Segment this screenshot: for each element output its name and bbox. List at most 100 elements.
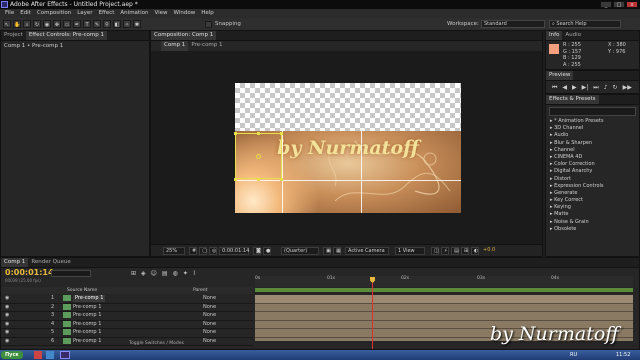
rectangle-tool-icon[interactable]: ▭ <box>63 20 71 28</box>
tab-preview[interactable]: Preview <box>546 71 574 80</box>
eraser-tool-icon[interactable]: ◧ <box>113 20 121 28</box>
workspace-select[interactable]: Standard <box>481 20 545 28</box>
rotate-tool-icon[interactable]: ↻ <box>33 20 41 28</box>
subtab-precomp1[interactable]: Pre-comp 1 <box>188 41 225 51</box>
timeline-timecode[interactable]: 0:00:01:14 <box>5 268 54 277</box>
menu-animation[interactable]: Animation <box>117 9 151 18</box>
graph-editor-icon[interactable]: ⌇ <box>193 270 196 277</box>
timeline-search-input[interactable] <box>51 270 91 277</box>
transform-handle[interactable] <box>280 178 283 181</box>
tab-composition[interactable]: Composition: Comp 1 <box>151 31 217 40</box>
column-source-name[interactable]: Source Name <box>67 287 97 294</box>
menu-help[interactable]: Help <box>198 9 217 18</box>
layer-parent-select[interactable]: None <box>203 338 216 345</box>
transform-handle[interactable] <box>280 132 283 135</box>
region-of-interest-icon[interactable]: ▣ <box>323 247 331 255</box>
tab-project[interactable]: Project <box>1 31 26 40</box>
hand-tool-icon[interactable]: ✋ <box>13 20 21 28</box>
menu-composition[interactable]: Composition <box>34 9 74 18</box>
visibility-eye-icon[interactable]: ◉ <box>5 321 9 328</box>
layer-name[interactable]: Pre-comp 1 <box>73 338 101 345</box>
next-frame-icon[interactable]: ▶| <box>582 84 589 92</box>
layer-parent-select[interactable]: None <box>203 321 216 328</box>
effects-search-input[interactable] <box>549 107 636 116</box>
pan-behind-tool-icon[interactable]: ✥ <box>53 20 61 28</box>
camera-select[interactable]: Active Camera <box>345 247 389 255</box>
tab-info[interactable]: Info <box>546 31 563 40</box>
resolution-select[interactable]: (Quarter) <box>281 247 319 255</box>
effect-category[interactable]: ▸ Keying <box>546 204 639 211</box>
layer-bar[interactable] <box>255 295 633 304</box>
tab-effects-presets[interactable]: Effects & Presets <box>546 95 599 104</box>
grid-toggle-icon[interactable]: # <box>189 247 197 255</box>
effect-category[interactable]: ▸ Noise & Grain <box>546 219 639 226</box>
text-tool-icon[interactable]: T <box>83 20 91 28</box>
layer-row[interactable]: ◉ 2 Pre-comp 1 None <box>1 303 253 312</box>
effect-category[interactable]: ▸ Generate <box>546 190 639 197</box>
menu-effect[interactable]: Effect <box>96 9 118 18</box>
zoom-select[interactable]: 25% <box>163 247 185 255</box>
timeline-icon[interactable]: ▤ <box>451 247 459 255</box>
column-parent[interactable]: Parent <box>193 287 207 294</box>
audio-icon[interactable]: ♪ <box>604 84 608 92</box>
layer-parent-select[interactable]: None <box>203 295 216 302</box>
pen-tool-icon[interactable]: ✒ <box>73 20 81 28</box>
motion-blur-icon[interactable]: ◍ <box>173 270 178 277</box>
tab-audio[interactable]: Audio <box>562 31 584 40</box>
toggle-switches-modes[interactable]: Toggle Switches / Modes <box>129 341 184 346</box>
transform-handle[interactable] <box>257 178 260 181</box>
layer-row[interactable]: ◉ 1 Pre-comp 1 None <box>1 295 253 304</box>
layer-name[interactable]: Pre-comp 1 <box>73 312 101 319</box>
language-indicator[interactable]: RU <box>570 350 577 360</box>
brainstorm-icon[interactable]: ✦ <box>183 270 188 277</box>
layer-row[interactable]: ◉ 6 Pre-comp 1 None <box>1 337 253 346</box>
transform-handle[interactable] <box>234 178 237 181</box>
time-ruler[interactable]: 0s 01s 02s 03s 04s <box>255 276 633 287</box>
toggle-pixel-aspect-icon[interactable]: ◫ <box>431 247 439 255</box>
taskbar-app-icon[interactable] <box>34 351 42 359</box>
brush-tool-icon[interactable]: ✎ <box>93 20 101 28</box>
show-channel-icon[interactable]: ● <box>263 247 271 255</box>
visibility-eye-icon[interactable]: ◉ <box>5 329 9 336</box>
draft-3d-icon[interactable]: ◈ <box>141 270 146 277</box>
minimize-button[interactable]: _ <box>600 1 612 8</box>
visibility-eye-icon[interactable]: ◉ <box>5 295 9 302</box>
exposure-value[interactable]: +0.0 <box>483 247 495 253</box>
menu-view[interactable]: View <box>151 9 170 18</box>
layer-name[interactable]: Pre-comp 1 <box>73 295 106 302</box>
layer-row[interactable]: ◉ 4 Pre-comp 1 None <box>1 320 253 329</box>
layer-name[interactable]: Pre-comp 1 <box>73 329 101 336</box>
comp-mini-flowchart-icon[interactable]: ⊞ <box>131 270 136 277</box>
maximize-button[interactable]: □ <box>613 1 625 8</box>
menu-layer[interactable]: Layer <box>74 9 95 18</box>
snapshot-icon[interactable]: ◎ <box>209 247 217 255</box>
roto-brush-tool-icon[interactable]: ✧ <box>123 20 131 28</box>
effect-category[interactable]: ▸ Matte <box>546 211 639 218</box>
tab-render-queue[interactable]: Render Queue <box>28 258 73 267</box>
effect-category[interactable]: ▸ * Animation Presets <box>546 118 639 125</box>
effect-category[interactable]: ▸ Audio <box>546 132 639 139</box>
transparency-grid-icon[interactable]: ▦ <box>333 247 341 255</box>
frame-blending-icon[interactable]: ▤ <box>162 270 168 277</box>
prev-frame-icon[interactable]: ◀ <box>562 84 567 92</box>
effect-category[interactable]: ▸ Key Correct <box>546 197 639 204</box>
subtab-comp1[interactable]: Comp 1 <box>161 41 189 51</box>
loop-icon[interactable]: ↻ <box>613 84 618 92</box>
effect-category[interactable]: ▸ Blur & Sharpen <box>546 140 639 147</box>
taskbar-after-effects-icon[interactable] <box>60 351 70 359</box>
search-help-input[interactable]: ⌕ Search Help <box>549 20 621 28</box>
visibility-eye-icon[interactable]: ◉ <box>5 312 9 319</box>
effect-category[interactable]: ▸ Obsolete <box>546 226 639 233</box>
effect-category[interactable]: ▸ Channel <box>546 147 639 154</box>
camera-snapshot-icon[interactable]: ◙ <box>253 247 261 255</box>
current-time-display[interactable]: 0:00:01:14 <box>219 247 249 255</box>
effect-category[interactable]: ▸ Distort <box>546 176 639 183</box>
flowchart-icon[interactable]: ⊞ <box>461 247 469 255</box>
start-button[interactable]: Пуск <box>1 351 23 359</box>
layer-bar[interactable] <box>255 304 633 312</box>
layer-bar[interactable] <box>255 312 633 321</box>
menu-file[interactable]: File <box>2 9 17 18</box>
visibility-eye-icon[interactable]: ◉ <box>5 338 9 345</box>
puppet-tool-icon[interactable]: ✱ <box>133 20 141 28</box>
work-area-bar[interactable] <box>255 288 633 292</box>
